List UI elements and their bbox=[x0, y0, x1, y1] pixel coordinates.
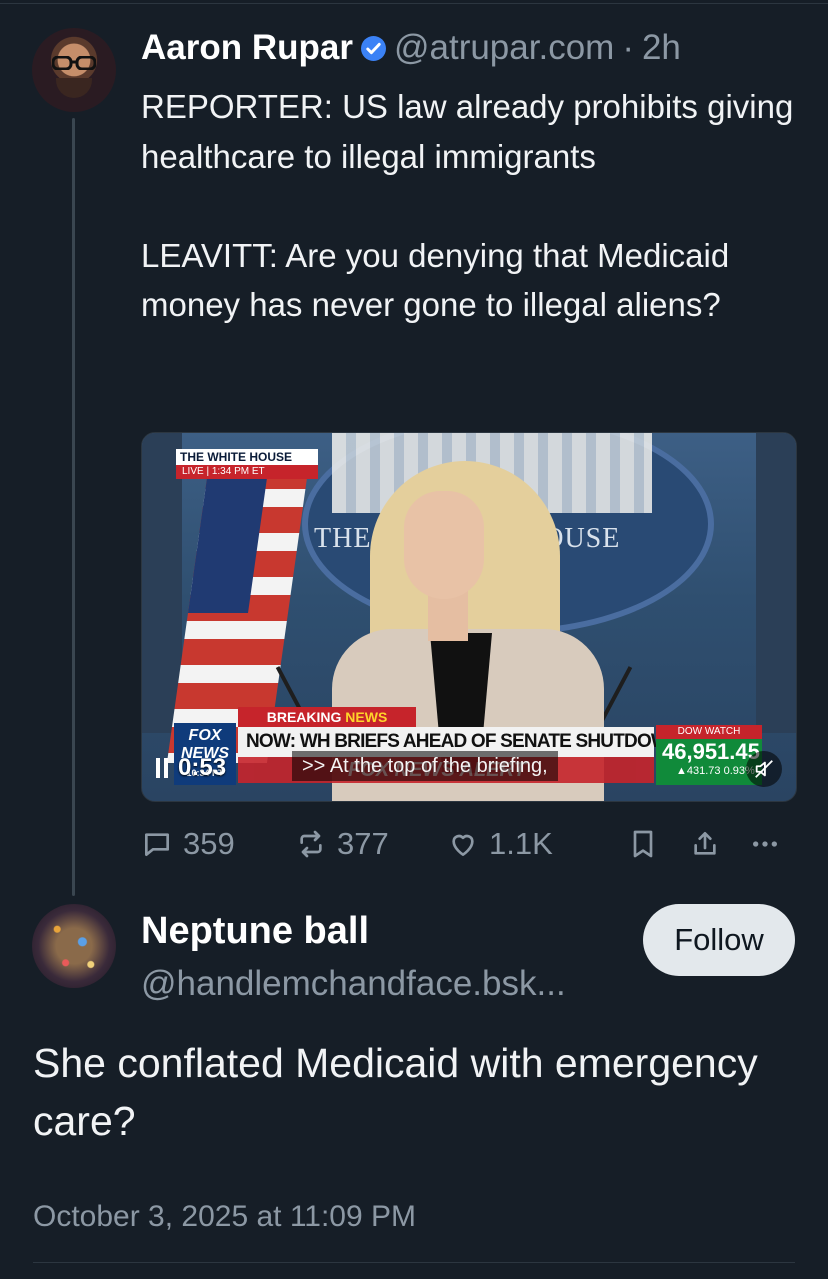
reply-count: 359 bbox=[183, 826, 235, 861]
post-actions: 359 377 1.1K bbox=[141, 820, 801, 868]
breaking-news-label: BREAKING NEWS bbox=[238, 707, 416, 727]
seal-text-left: THE bbox=[314, 523, 372, 554]
like-button[interactable]: 1.1K bbox=[447, 820, 553, 868]
bottom-divider bbox=[33, 1262, 795, 1263]
like-count: 1.1K bbox=[489, 826, 553, 861]
separator-dot: · bbox=[622, 28, 634, 67]
share-button[interactable] bbox=[689, 820, 721, 868]
more-icon bbox=[753, 841, 777, 847]
author-handle[interactable]: @atrupar.com bbox=[394, 26, 614, 70]
reply-icon bbox=[145, 833, 169, 856]
news-label-text: NEWS bbox=[345, 709, 388, 725]
speaker-face bbox=[404, 491, 484, 599]
dow-label: DOW WATCH bbox=[656, 725, 762, 739]
video-controls: 0:53 bbox=[156, 751, 226, 785]
repost-count: 377 bbox=[337, 826, 389, 861]
author-name[interactable]: Aaron Rupar bbox=[141, 26, 353, 70]
avatar-beard bbox=[56, 78, 92, 98]
thread-line bbox=[72, 118, 75, 896]
reply-text: She conflated Medicaid with emergency ca… bbox=[33, 1040, 758, 1144]
post-time[interactable]: 2h bbox=[642, 26, 681, 70]
muted-speaker-icon bbox=[755, 760, 773, 778]
repost-icon bbox=[300, 830, 322, 858]
video-player[interactable]: THE HOUSE THE WHITE HOUSE LIVE | 1:34 PM… bbox=[141, 432, 797, 802]
bookmark-button[interactable] bbox=[627, 820, 659, 868]
follow-button[interactable]: Follow bbox=[643, 904, 795, 976]
wall-panel-right bbox=[756, 433, 796, 733]
author-avatar[interactable] bbox=[32, 28, 116, 112]
video-caption: >> At the top of the briefing, bbox=[292, 751, 558, 781]
source-tag-title: THE WHITE HOUSE bbox=[180, 450, 293, 464]
video-elapsed: 0:53 bbox=[178, 754, 227, 781]
verified-icon bbox=[360, 35, 386, 61]
live-tag: LIVE | 1:34 PM ET bbox=[176, 465, 318, 479]
reply-button[interactable]: 359 bbox=[141, 820, 235, 868]
more-options-button[interactable] bbox=[749, 820, 781, 868]
bookmark-icon bbox=[633, 830, 653, 858]
reply-author-name[interactable]: Neptune ball bbox=[141, 910, 369, 953]
glasses-icon bbox=[52, 56, 96, 70]
post-text: REPORTER: US law already prohibits givin… bbox=[141, 88, 794, 323]
source-tag: THE WHITE HOUSE LIVE | 1:34 PM ET bbox=[176, 449, 318, 479]
pause-icon[interactable] bbox=[156, 758, 170, 778]
reply-author-handle[interactable]: @handlemchandface.bsk... bbox=[141, 964, 566, 1004]
dow-value: 46,951.45 bbox=[662, 739, 760, 764]
share-icon bbox=[694, 832, 716, 855]
flag-stars bbox=[188, 463, 270, 613]
heart-icon bbox=[452, 834, 474, 856]
reply-timestamp: October 3, 2025 at 11:09 PM bbox=[33, 1200, 417, 1233]
top-divider bbox=[0, 3, 828, 4]
dow-change: ▲431.73 0.93% bbox=[676, 765, 755, 777]
repost-button[interactable]: 377 bbox=[295, 820, 389, 868]
post-header: Aaron Rupar @atrupar.com · 2h bbox=[141, 26, 681, 70]
mute-button[interactable] bbox=[746, 751, 782, 787]
reply-author-avatar[interactable] bbox=[32, 904, 116, 988]
breaking-label-text: BREAKING bbox=[266, 709, 346, 725]
dow-ticker: DOW WATCH 46,951.45 ▲431.73 0.93% bbox=[656, 725, 762, 785]
